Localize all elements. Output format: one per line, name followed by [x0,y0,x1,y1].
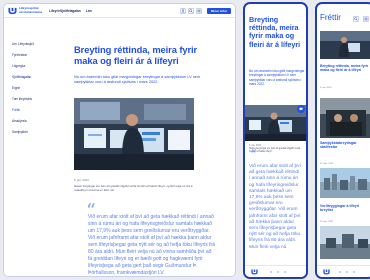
news-thumbnail[interactable] [320,226,370,259]
article-body: Helstu breytingar eru þær að greiddir ið… [249,148,301,154]
news-title[interactable]: Verðtryggingar á lífeyri breytist [320,204,370,213]
bottom-bar [317,265,370,277]
article-quote: Við erum afar stolt af því að geta hækka… [88,214,216,276]
menu-icon[interactable] [196,8,202,14]
sidebar-item[interactable]: Sjóðfélagalán [12,75,47,79]
quote-icon: “ [250,148,257,163]
nav-dot[interactable] [277,271,279,273]
nav-dot[interactable] [284,271,286,273]
sidebar-item[interactable]: Ársskýrsla [12,119,47,123]
sidebar-item[interactable]: Fyrirlestrar [12,53,47,57]
nav-item-lan[interactable]: Lán [86,9,92,13]
nav-item-sjodfelagalan[interactable]: Sjóðfélagalán [60,9,81,13]
logo-icon[interactable] [251,269,258,275]
article-title: Breyting réttinda, meira fyrir maka og f… [249,15,301,49]
mobile-news-frame: Fréttir Breyting réttinda, meira fyrir m… [315,2,370,279]
article-date: 5. jan. 2023 [74,178,89,182]
bottom-nav-dots [270,271,290,273]
news-date: 22. des. 2022 [320,163,334,165]
brand-name[interactable]: Lífeyrissjóður verzlunarmanna [19,6,47,14]
sidebar-item[interactable]: Samþykktir [12,130,47,134]
news-thumbnail[interactable] [320,31,370,59]
nav-dot[interactable] [346,271,348,273]
article-date: 5. jan. 2023 [249,145,262,147]
news-title[interactable]: Breyting réttinda, meira fyrir maka og f… [320,64,370,73]
nav-dot[interactable] [270,271,272,273]
article-photo [74,98,194,170]
article-lead: Nú um áramótin tóku gildi margvíslegar b… [74,74,201,85]
site-header: Lífeyrissjóður verzlunarmanna Lífeyrir S… [4,4,235,18]
search-icon[interactable] [353,16,359,22]
news-title[interactable]: Samþykktabreytingar staðfestar [320,141,370,150]
news-date: 5. jan. 2023 [320,87,332,89]
article-body: Helstu breytingar eru þær að greiddir ið… [74,184,193,192]
news-thumbnail[interactable] [320,168,370,198]
bottom-bar [245,265,306,277]
logo-icon[interactable] [8,7,17,15]
article-lead: Nú um áramótin tóku gildi margvíslegar b… [249,69,305,87]
news-date: 15. des. 2022 [320,221,334,223]
bottom-nav-dots [339,271,359,273]
nav-dot[interactable] [353,271,355,273]
mobile-article-frame: Breyting réttinda, meira fyrir maka og f… [243,2,308,279]
sidebar-item-active[interactable]: Fréttir [12,108,47,112]
brand-line-2: verzlunarmanna [19,9,43,14]
logo-icon[interactable] [323,269,330,275]
article-quote: Við erum afar stolt af því að geta hækka… [249,164,301,250]
sidebar-item[interactable]: Tær lífeyrisins [12,97,47,101]
news-thumbnail[interactable] [320,98,370,138]
sidebar-nav: Um Lífeyrissjóð Fyrirlestrar Lögreglur S… [12,42,47,141]
nav-dot[interactable] [339,271,341,273]
search-icon[interactable] [188,8,194,14]
sidebar-item[interactable]: Um Lífeyrissjóð [12,42,47,46]
nav-item-lifeyrir[interactable]: Lífeyrir [49,9,60,13]
desktop-frame: Lífeyrissjóður verzlunarmanna Lífeyrir S… [3,3,236,277]
menu-icon[interactable] [363,16,369,22]
article-title: Breyting réttinda, meira fyrir maka og f… [74,44,198,66]
sidebar-item[interactable]: Eignir [12,86,47,90]
sidebar-item[interactable]: Lögreglur [12,64,47,68]
page-title: Fréttir [320,13,341,22]
chat-icon[interactable] [297,105,305,113]
user-icon[interactable] [180,8,186,14]
my-pages-button[interactable]: Mínar síður [207,8,231,14]
